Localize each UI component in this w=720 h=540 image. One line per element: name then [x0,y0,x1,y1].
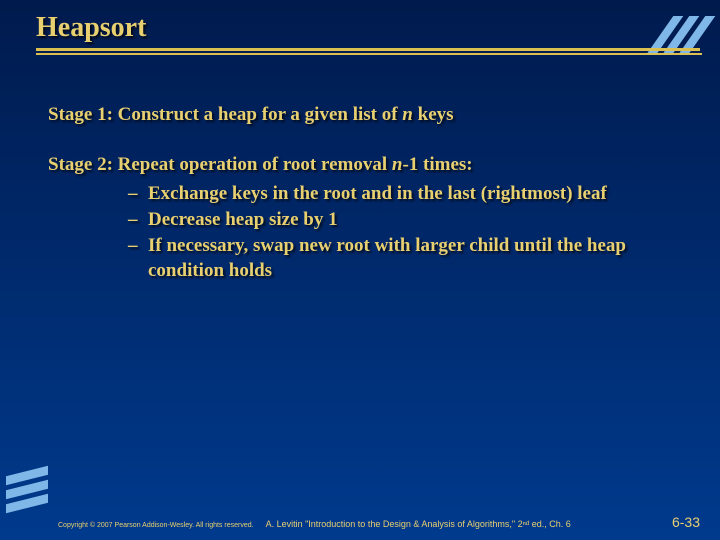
stage-2-text-b: -1 times: [402,154,472,175]
stage-1-text-a: Construct a heap for a given list of [113,104,402,125]
stage-1-n: n [402,104,413,125]
stage-2-n: n [392,154,403,175]
title-bar: Heapsort [0,0,720,64]
stage-2: Stage 2: Repeat operation of root remova… [48,152,680,284]
stage-1: Stage 1: Construct a heap for a given li… [48,102,680,128]
stage-2-text-a: Repeat operation of root removal [113,154,392,175]
stage-1-text-b: keys [413,104,454,125]
bullet-text: Decrease heap size by 1 [148,207,680,233]
footer: Copyright © 2007 Pearson Addison-Wesley.… [58,514,700,530]
list-item: – Exchange keys in the root and in the l… [48,181,680,207]
slide-title: Heapsort [36,12,720,44]
dash-icon: – [128,233,148,284]
copyright-text: Copyright © 2007 Pearson Addison-Wesley.… [58,522,254,529]
attribution-text: A. Levitin "Introduction to the Design &… [266,519,660,529]
slide-body: Stage 1: Construct a heap for a given li… [0,64,720,284]
stage-2-bullets: – Exchange keys in the root and in the l… [48,181,680,284]
list-item: – If necessary, swap new root with large… [48,233,680,284]
stage-1-label: Stage 1: [48,104,113,125]
page-number: 6-33 [672,514,700,530]
list-item: – Decrease heap size by 1 [48,207,680,233]
title-underline [36,48,720,58]
stage-2-label: Stage 2: [48,154,113,175]
bullet-text: If necessary, swap new root with larger … [148,233,680,284]
dash-icon: – [128,181,148,207]
dash-icon: – [128,207,148,233]
bullet-text: Exchange keys in the root and in the las… [148,181,680,207]
decor-bottom-stripes [6,471,48,508]
